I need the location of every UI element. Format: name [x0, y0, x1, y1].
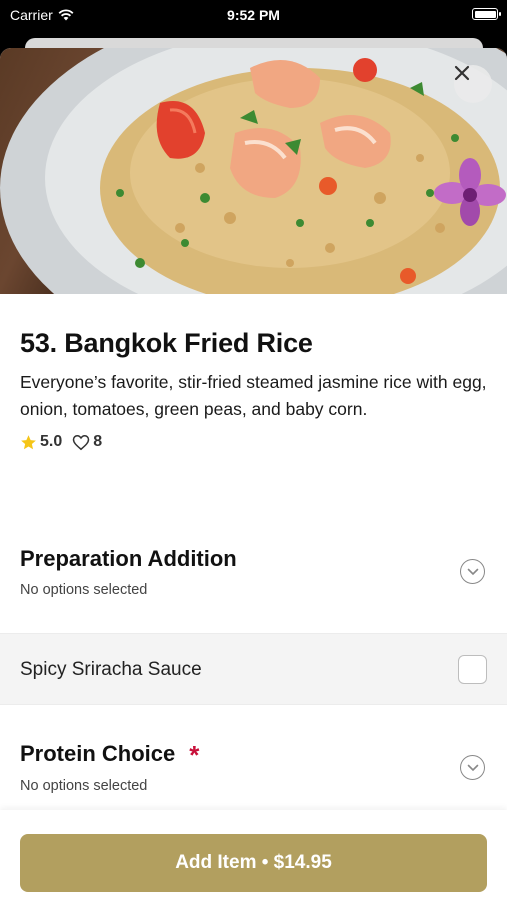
section-title: Preparation Addition — [20, 546, 237, 571]
status-time: 9:52 PM — [227, 7, 280, 23]
option-label: Spicy Sriracha Sauce — [20, 659, 202, 680]
close-icon — [454, 65, 470, 81]
required-indicator: * — [189, 740, 200, 771]
rating-value: 5.0 — [40, 433, 63, 450]
section-title: Protein Choice * — [20, 741, 487, 768]
star-icon — [21, 434, 36, 449]
status-bar: Carrier 9:52 PM — [0, 0, 507, 30]
likes[interactable]: 8 — [72, 433, 102, 451]
protein-section-header[interactable]: Protein Choice * No options selected — [0, 741, 507, 821]
rating: 5.0 — [20, 433, 62, 451]
fried-rice-illustration — [0, 48, 507, 294]
item-stats: 5.0 8 — [20, 433, 487, 451]
preparation-section-header[interactable]: Preparation Addition No options selected — [0, 546, 507, 626]
chevron-down-icon[interactable] — [460, 755, 485, 780]
item-detail-sheet: 53. Bangkok Fried Rice Everyone’s favori… — [0, 48, 507, 900]
item-photo — [0, 48, 507, 294]
section-subtitle: No options selected — [20, 778, 148, 795]
option-row-spicy-sriracha[interactable]: Spicy Sriracha Sauce — [0, 633, 507, 705]
chevron-down-icon[interactable] — [460, 559, 485, 584]
likes-count: 8 — [93, 433, 103, 450]
option-checkbox[interactable] — [458, 655, 487, 684]
heart-icon — [72, 434, 90, 450]
section-subtitle: No options selected — [20, 582, 148, 598]
bottom-action-bar: Add Item • $14.95 — [0, 810, 507, 900]
item-info: 53. Bangkok Fried Rice Everyone’s favori… — [0, 328, 507, 451]
section-title-text: Protein Choice — [20, 741, 176, 766]
item-title: 53. Bangkok Fried Rice — [20, 328, 313, 358]
add-item-button[interactable]: Add Item • $14.95 — [20, 834, 487, 892]
close-button[interactable] — [454, 65, 492, 103]
battery-icon — [472, 8, 501, 20]
item-description: Everyone’s favorite, stir-fried steamed … — [20, 372, 487, 419]
